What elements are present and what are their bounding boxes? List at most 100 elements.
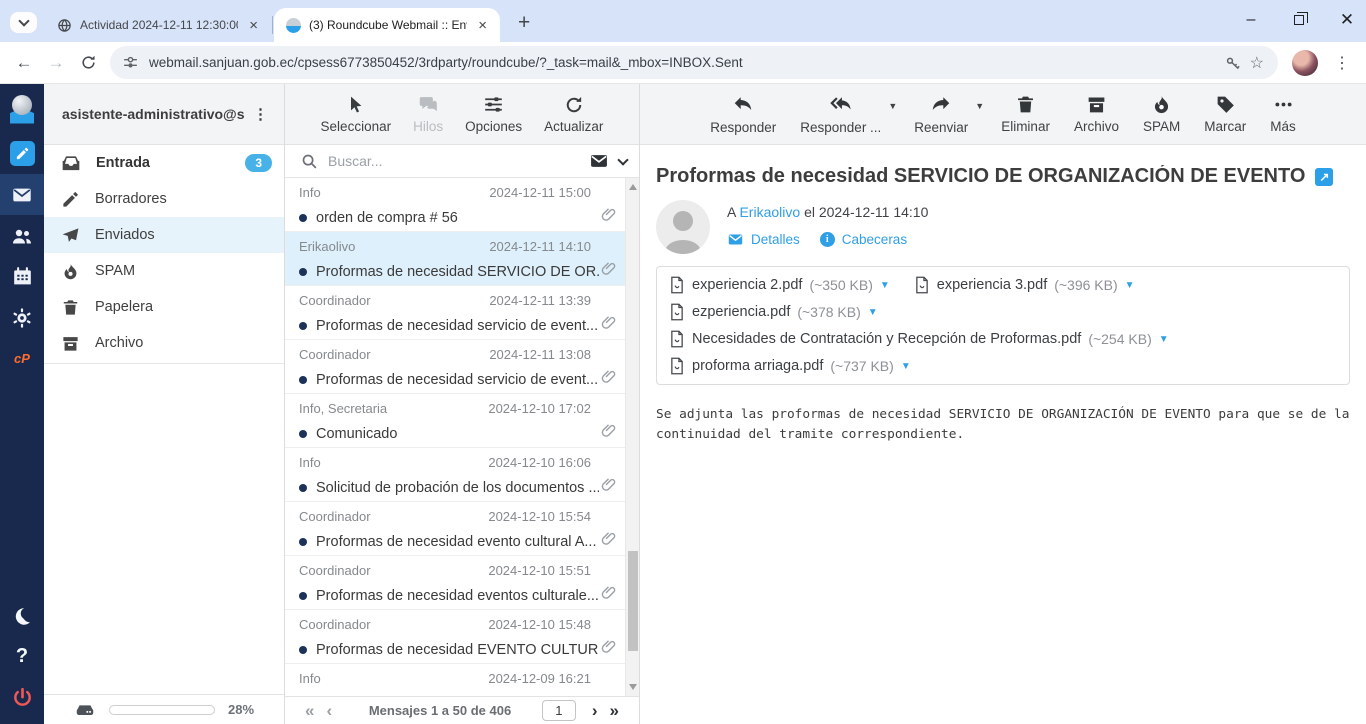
tab-search-button[interactable] <box>10 12 37 33</box>
back-button[interactable]: ← <box>8 47 40 79</box>
attachment-size: (~737 KB) <box>830 358 893 374</box>
close-tab-icon[interactable]: × <box>475 17 490 34</box>
open-in-new-window-icon[interactable]: ↗ <box>1315 168 1333 186</box>
rail-settings-button[interactable] <box>0 297 44 338</box>
attachment-menu-icon[interactable]: ▼ <box>1125 280 1135 291</box>
message-subject: Proformas de necesidad SERVICIO DE OR... <box>316 264 599 280</box>
new-tab-button[interactable]: + <box>510 11 538 35</box>
rail-darkmode-button[interactable] <box>0 595 44 636</box>
browser-profile-avatar[interactable] <box>1292 50 1318 76</box>
rail-compose-button[interactable] <box>0 133 44 174</box>
attachment-name[interactable]: experiencia 3.pdf <box>937 277 1047 293</box>
forward-button[interactable]: → <box>40 47 72 79</box>
search-options-chevron-icon[interactable] <box>617 154 628 165</box>
message-row[interactable]: Info2024-12-11 15:00 orden de compra # 5… <box>285 178 639 232</box>
attachment-menu-icon[interactable]: ▼ <box>880 280 890 291</box>
reply-button[interactable]: Responder <box>701 94 785 135</box>
next-page-button[interactable]: › <box>586 701 604 721</box>
attachment-size: (~350 KB) <box>809 277 872 293</box>
list-scrollbar[interactable] <box>625 178 639 696</box>
refresh-button[interactable]: Actualizar <box>537 95 610 134</box>
search-input[interactable] <box>328 153 579 169</box>
url-bar[interactable]: webmail.sanjuan.gob.ec/cpsess6773850452/… <box>110 46 1278 79</box>
bookmark-star-icon[interactable]: ☆ <box>1242 53 1272 73</box>
attachment-name[interactable]: proforma arriaga.pdf <box>692 358 823 374</box>
account-menu-icon[interactable]: ⋮ <box>245 105 276 123</box>
roundcube-logo[interactable] <box>0 92 44 133</box>
message-row[interactable]: Coordinador2024-12-11 13:39 Proformas de… <box>285 286 639 340</box>
forward-button[interactable]: Reenviar <box>905 94 977 135</box>
headers-link[interactable]: i Cabeceras <box>820 232 907 247</box>
message-row[interactable]: Info2024-12-09 16:21 <box>285 664 639 696</box>
attachment-name[interactable]: ezperiencia.pdf <box>692 304 790 320</box>
attachment-menu-icon[interactable]: ▼ <box>901 361 911 372</box>
message-row-selected[interactable]: Erikaolivo2024-12-11 14:10 Proformas de … <box>285 232 639 286</box>
folder-entrada[interactable]: Entrada 3 <box>44 145 284 181</box>
window-close-button[interactable]: ✕ <box>1338 11 1356 29</box>
recipient-link[interactable]: Erikaolivo <box>739 204 800 220</box>
folder-enviados[interactable]: Enviados <box>44 217 284 253</box>
message-date: 2024-12-10 15:48 <box>488 617 591 638</box>
attachment-item[interactable]: ezperiencia.pdf (~378 KB) ▼ <box>669 303 878 321</box>
close-tab-icon[interactable]: × <box>246 17 261 34</box>
threads-button[interactable]: Hilos <box>406 94 450 134</box>
attachment-item[interactable]: Necesidades de Contratación y Recepción … <box>669 330 1337 348</box>
attachment-icon <box>600 638 617 655</box>
message-row[interactable]: Info, Secretaria2024-12-10 17:02 Comunic… <box>285 394 639 448</box>
search-scope-icon[interactable] <box>589 151 609 171</box>
forward-dropdown-icon[interactable]: ▼ <box>975 101 984 111</box>
attachment-item[interactable]: experiencia 3.pdf (~396 KB) ▼ <box>914 276 1135 294</box>
options-button[interactable]: Opciones <box>458 94 529 134</box>
scrollbar-thumb[interactable] <box>628 551 638 651</box>
attachment-menu-icon[interactable]: ▼ <box>1159 334 1169 345</box>
attachment-item[interactable]: experiencia 2.pdf (~350 KB) ▼ <box>669 276 890 294</box>
browser-menu-icon[interactable]: ⋮ <box>1326 53 1358 73</box>
archive-button[interactable]: Archivo <box>1065 94 1128 134</box>
reply-all-button[interactable]: Responder ... <box>791 94 890 135</box>
attachment-name[interactable]: experiencia 2.pdf <box>692 277 802 293</box>
url-text[interactable]: webmail.sanjuan.gob.ec/cpsess6773850452/… <box>149 55 1224 70</box>
message-date: 2024-12-10 17:02 <box>488 401 591 422</box>
details-link[interactable]: Detalles <box>727 231 800 248</box>
message-row[interactable]: Coordinador2024-12-10 15:54 Proformas de… <box>285 502 639 556</box>
browser-tab-activity[interactable]: Actividad 2024-12-11 12:30:00 × <box>45 8 271 42</box>
rail-help-button[interactable]: ? <box>0 636 44 677</box>
scroll-up-arrow-icon[interactable] <box>629 184 637 190</box>
attachment-item[interactable]: proforma arriaga.pdf (~737 KB) ▼ <box>669 357 1337 375</box>
reload-button[interactable] <box>72 47 104 79</box>
message-row[interactable]: Info2024-12-10 16:06 Solicitud de probac… <box>285 448 639 502</box>
message-subject: Proformas de necesidad evento cultural A… <box>316 534 597 550</box>
more-button[interactable]: Más <box>1261 94 1305 134</box>
folder-spam[interactable]: SPAM <box>44 253 284 289</box>
last-page-button[interactable]: » <box>604 701 625 721</box>
reply-all-dropdown-icon[interactable]: ▼ <box>888 101 897 111</box>
message-row[interactable]: Coordinador2024-12-10 15:51 Proformas de… <box>285 556 639 610</box>
attachment-menu-icon[interactable]: ▼ <box>868 307 878 318</box>
window-minimize-button[interactable]: – <box>1242 11 1260 29</box>
rail-mail-button[interactable] <box>0 174 44 215</box>
prev-page-button[interactable]: ‹ <box>320 701 338 721</box>
rail-calendar-button[interactable] <box>0 256 44 297</box>
mail-icon <box>11 184 33 206</box>
select-button[interactable]: Seleccionar <box>314 95 399 134</box>
first-page-button[interactable]: « <box>299 701 320 721</box>
page-number-input[interactable] <box>542 700 576 721</box>
message-row[interactable]: Coordinador2024-12-11 13:08 Proformas de… <box>285 340 639 394</box>
window-restore-button[interactable] <box>1290 11 1308 29</box>
message-row[interactable]: Coordinador2024-12-10 15:48 Proformas de… <box>285 610 639 664</box>
site-settings-icon[interactable] <box>122 54 139 71</box>
folder-archivo[interactable]: Archivo <box>44 325 284 361</box>
rail-cpanel-button[interactable]: cP <box>0 338 44 379</box>
scroll-down-arrow-icon[interactable] <box>629 684 637 690</box>
password-key-icon[interactable] <box>1224 54 1242 72</box>
mark-button[interactable]: Marcar <box>1195 94 1255 134</box>
spam-button[interactable]: SPAM <box>1134 94 1189 134</box>
attachment-name[interactable]: Necesidades de Contratación y Recepción … <box>692 331 1081 347</box>
browser-tab-roundcube[interactable]: (3) Roundcube Webmail :: Envia × <box>274 8 500 42</box>
delete-button[interactable]: Eliminar <box>992 94 1059 134</box>
message-subject: Solicitud de probación de los documentos… <box>316 480 599 496</box>
folder-borradores[interactable]: Borradores <box>44 181 284 217</box>
rail-logout-button[interactable] <box>0 677 44 718</box>
rail-contacts-button[interactable] <box>0 215 44 256</box>
folder-papelera[interactable]: Papelera <box>44 289 284 325</box>
